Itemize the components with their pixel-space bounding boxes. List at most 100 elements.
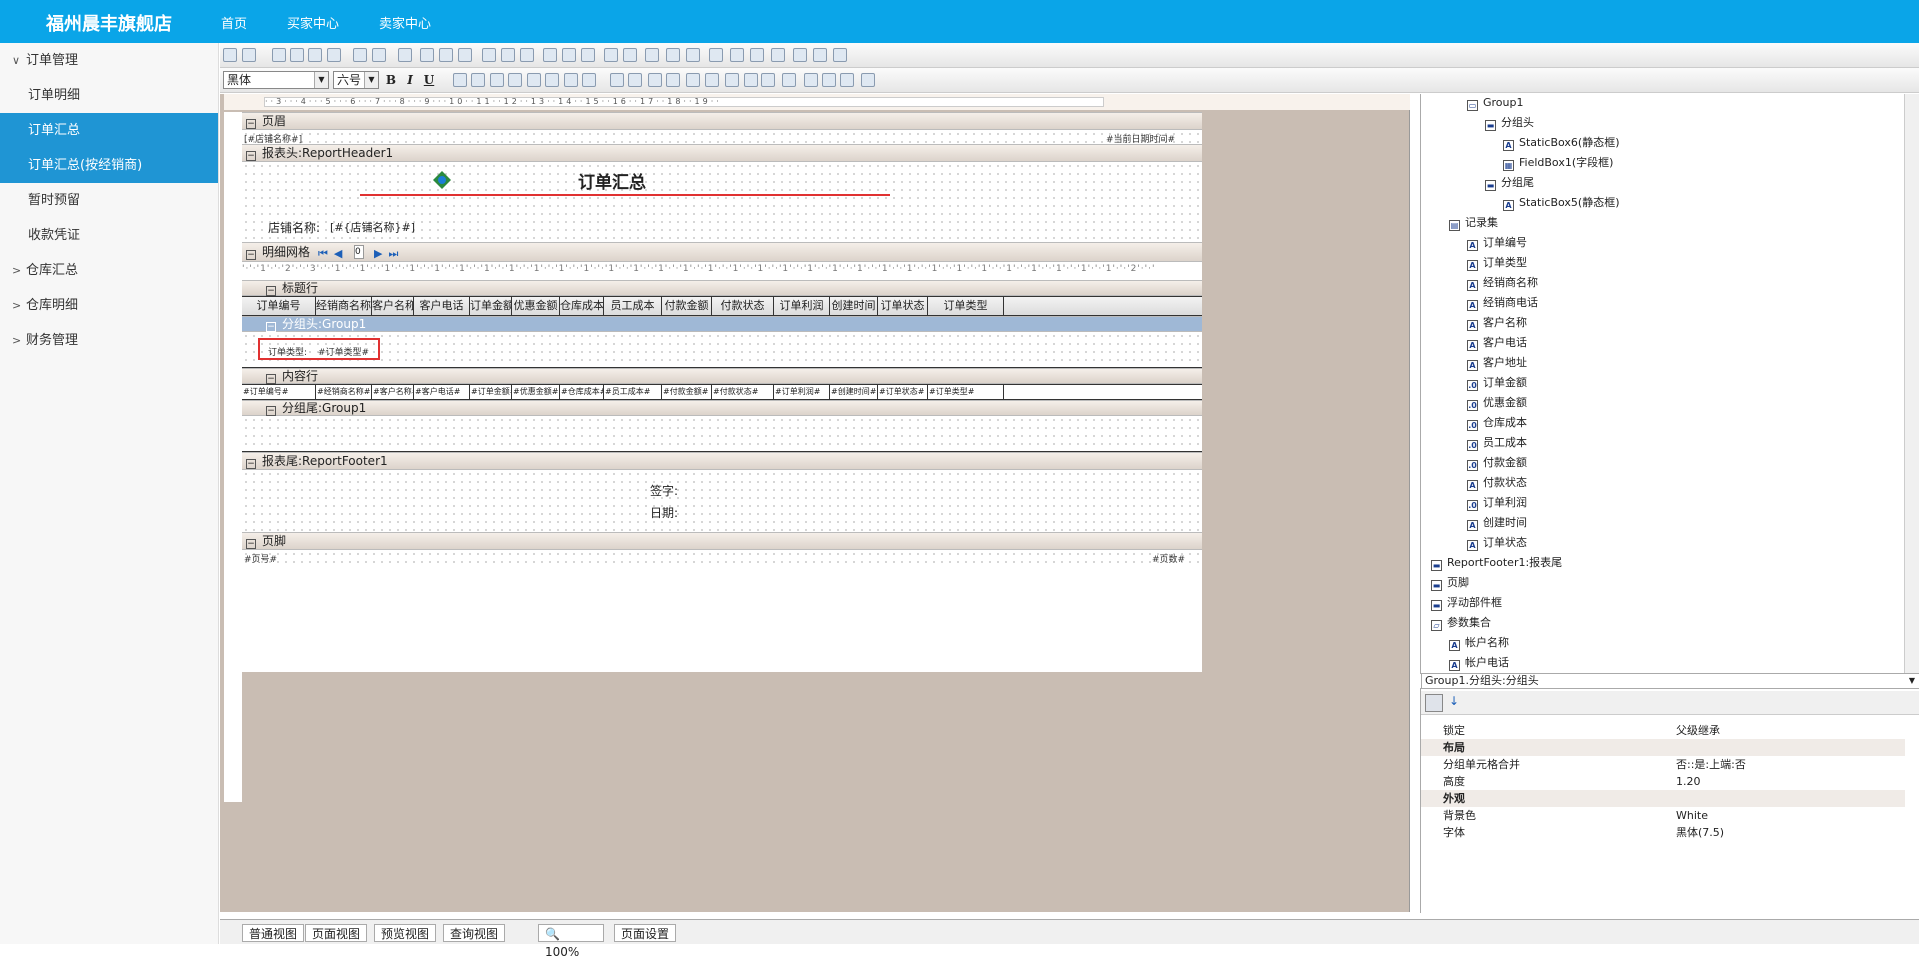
toolbar-tool-icon[interactable] xyxy=(543,48,557,62)
toolbar-tool-icon[interactable] xyxy=(458,48,472,62)
toolbar-tool-icon[interactable] xyxy=(750,48,764,62)
format-tool-icon[interactable] xyxy=(471,73,485,87)
nav-home[interactable]: 首页 xyxy=(221,13,247,32)
column-header[interactable]: 客户电话 xyxy=(414,297,470,315)
tree-node[interactable]: ▬ ReportFooter1:报表尾 xyxy=(1431,554,1562,572)
report-title[interactable]: 订单汇总 xyxy=(578,168,646,193)
toolbar-tool-icon[interactable] xyxy=(420,48,434,62)
property-row[interactable]: 字体 黑体(7.5) xyxy=(1421,824,1905,841)
format-tool-icon[interactable] xyxy=(508,73,522,87)
tree-node[interactable]: A 帐户名称 xyxy=(1449,634,1509,652)
format-tool-icon[interactable] xyxy=(666,73,680,87)
data-field[interactable]: #经销商名称# xyxy=(316,385,372,399)
format-tool-icon[interactable] xyxy=(648,73,662,87)
band-content-row[interactable]: − 内容行 xyxy=(242,368,1202,384)
format-tool-icon[interactable] xyxy=(725,73,739,87)
tree-node[interactable]: A 经销商名称 xyxy=(1467,274,1538,292)
column-header[interactable]: 仓库成本 xyxy=(560,297,604,315)
font-size-select[interactable]: 六号 ▼ xyxy=(333,71,379,89)
format-tool-icon[interactable] xyxy=(490,73,504,87)
column-header[interactable]: 订单状态 xyxy=(878,297,928,315)
tree-node[interactable]: ▭ Group1 xyxy=(1467,94,1524,112)
font-name-select[interactable]: 黑体 ▼ xyxy=(223,71,329,89)
format-tool-icon[interactable] xyxy=(804,73,818,87)
chevron-down-icon[interactable]: ▼ xyxy=(1909,674,1915,688)
sidebar-item[interactable]: > 仓库明细 xyxy=(0,288,218,323)
object-selector[interactable]: Group1.分组头:分组头 ▼ xyxy=(1421,673,1919,689)
collapse-icon[interactable]: − xyxy=(246,250,256,260)
tree-node[interactable]: A 客户地址 xyxy=(1467,354,1527,372)
data-field[interactable]: #客户名称# xyxy=(372,385,414,399)
toolbar-tool-icon[interactable] xyxy=(223,48,237,62)
shop-label[interactable]: 店铺名称: xyxy=(268,219,320,236)
band-group-header[interactable]: − 分组头:Group1 xyxy=(242,316,1202,332)
tab-page-view[interactable]: 页面视图 xyxy=(305,924,368,942)
tab-normal-view[interactable]: 普通视图 xyxy=(242,924,305,942)
sidebar-item[interactable]: > 财务管理 xyxy=(0,323,218,358)
toolbar-tool-icon[interactable] xyxy=(645,48,659,62)
toolbar-tool-icon[interactable] xyxy=(501,48,515,62)
column-header[interactable]: 订单类型 xyxy=(928,297,1004,315)
page-number-field[interactable]: #页号# xyxy=(244,552,277,565)
toolbar-tool-icon[interactable] xyxy=(793,48,807,62)
band-report-footer[interactable]: − 报表尾:ReportFooter1 xyxy=(242,452,1202,470)
toolbar-tool-icon[interactable] xyxy=(327,48,341,62)
sidebar-item[interactable]: > 仓库汇总 xyxy=(0,253,218,288)
property-row[interactable]: 背景色 White xyxy=(1421,807,1905,824)
toolbar-tool-icon[interactable] xyxy=(730,48,744,62)
tree-node[interactable]: .0 订单利润 xyxy=(1467,494,1527,512)
sidebar-item[interactable]: 订单汇总 xyxy=(0,113,218,148)
toolbar-tool-icon[interactable] xyxy=(439,48,453,62)
tree-node[interactable]: A 客户名称 xyxy=(1467,314,1527,332)
tree-node[interactable]: .0 订单金额 xyxy=(1467,374,1527,392)
page-setup-button[interactable]: 页面设置 xyxy=(614,924,677,942)
format-tool-icon[interactable] xyxy=(705,73,719,87)
format-tool-icon[interactable] xyxy=(782,73,796,87)
toolbar-tool-icon[interactable] xyxy=(353,48,367,62)
categorized-icon[interactable] xyxy=(1425,694,1443,712)
chevron-down-icon[interactable]: ▼ xyxy=(314,72,328,88)
column-header[interactable]: 付款金额 xyxy=(662,297,712,315)
tree-node[interactable]: ▤ 记录集 xyxy=(1449,214,1498,232)
data-field[interactable]: #付款状态# xyxy=(712,385,774,399)
band-title-row[interactable]: − 标题行 xyxy=(242,280,1202,296)
sign-label[interactable]: 签字: xyxy=(650,482,678,499)
logo-icon[interactable] xyxy=(432,170,452,190)
property-row[interactable]: 锁定 父级继承 xyxy=(1421,722,1905,739)
column-header[interactable]: 创建时间 xyxy=(830,297,878,315)
toolbar-tool-icon[interactable] xyxy=(604,48,618,62)
column-header[interactable]: 订单金额 xyxy=(470,297,512,315)
data-field[interactable]: #订单利润# xyxy=(774,385,830,399)
toolbar-tool-icon[interactable] xyxy=(771,48,785,62)
tree-node[interactable]: A 创建时间 xyxy=(1467,514,1527,532)
bold-button[interactable]: B xyxy=(382,71,400,89)
italic-button[interactable]: I xyxy=(401,71,419,89)
tree-node[interactable]: A StaticBox5(静态框) xyxy=(1503,194,1619,212)
toolbar-tool-icon[interactable] xyxy=(833,48,847,62)
data-field[interactable]: #付款金额# xyxy=(662,385,712,399)
column-header[interactable]: 员工成本 xyxy=(604,297,662,315)
toolbar-tool-icon[interactable] xyxy=(520,48,534,62)
collapse-icon[interactable]: − xyxy=(266,322,276,332)
column-header[interactable]: 付款状态 xyxy=(712,297,774,315)
tree-node[interactable]: A StaticBox6(静态框) xyxy=(1503,134,1619,152)
tree-node[interactable]: .0 优惠金额 xyxy=(1467,394,1527,412)
toolbar-tool-icon[interactable] xyxy=(290,48,304,62)
toolbar-tool-icon[interactable] xyxy=(372,48,386,62)
tree-node[interactable]: A 帐户电话 xyxy=(1449,654,1509,672)
tree-node[interactable]: ▦ FieldBox1(字段框) xyxy=(1503,154,1613,172)
toolbar-tool-icon[interactable] xyxy=(581,48,595,62)
collapse-icon[interactable]: − xyxy=(266,286,276,296)
data-field[interactable]: #订单类型# xyxy=(928,385,1004,399)
tree-node[interactable]: A 客户电话 xyxy=(1467,334,1527,352)
column-header[interactable]: 订单编号 xyxy=(242,297,316,315)
sidebar-item[interactable]: ∨ 订单管理 xyxy=(0,43,218,78)
toolbar-tool-icon[interactable] xyxy=(709,48,723,62)
tree-node[interactable]: .0 付款金额 xyxy=(1467,454,1527,472)
sidebar-item[interactable]: 暂时预留 xyxy=(0,183,218,218)
data-field[interactable]: #仓库成本# xyxy=(560,385,604,399)
grid-nav-buttons[interactable]: ⏮◀ xyxy=(318,245,348,263)
property-row[interactable]: 外观 xyxy=(1421,790,1905,807)
collapse-icon[interactable]: − xyxy=(246,539,256,549)
format-tool-icon[interactable] xyxy=(545,73,559,87)
